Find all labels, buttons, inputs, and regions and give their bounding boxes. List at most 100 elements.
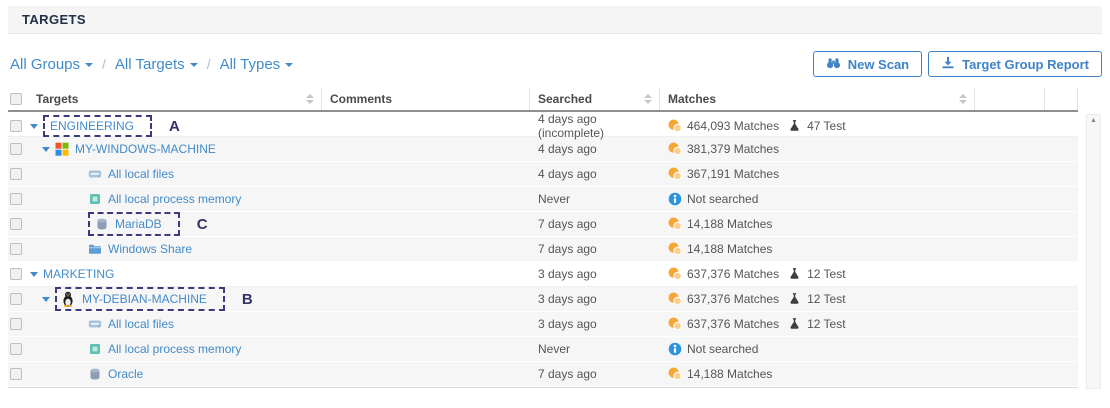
matches-count: 14,188 Matches	[687, 242, 772, 256]
searched-cell: 4 days ago	[530, 167, 660, 181]
info-icon	[668, 342, 682, 356]
row-checkbox-cell	[8, 268, 28, 280]
target-wrap: All local files	[88, 166, 174, 182]
target-cell: MY-DEBIAN-MACHINE B	[28, 290, 322, 308]
row-checkbox-cell	[8, 143, 28, 155]
target-name-link[interactable]: Oracle	[108, 367, 143, 381]
folder-icon	[88, 241, 103, 257]
row-checkbox[interactable]	[10, 193, 22, 205]
target-name-link[interactable]: MariaDB	[115, 217, 162, 231]
matches-group: 381,379 Matches	[668, 142, 779, 156]
expand-caret-icon[interactable]	[30, 124, 38, 129]
matches-count: 381,379 Matches	[687, 142, 779, 156]
vertical-scrollbar[interactable]: ▲	[1086, 114, 1101, 389]
target-name-link[interactable]: All local process memory	[108, 192, 241, 206]
target-wrap: Windows Share	[88, 241, 192, 257]
binoculars-icon	[826, 56, 841, 72]
column-header-comments[interactable]: Comments	[322, 88, 530, 110]
row-checkbox-cell	[8, 368, 28, 380]
test-flask-icon	[788, 317, 802, 331]
row-checkbox-cell	[8, 318, 28, 330]
target-cell: MY-WINDOWS-MACHINE	[28, 141, 322, 157]
chevron-down-icon	[285, 63, 293, 67]
searched-cell: 7 days ago	[530, 242, 660, 256]
test-group: 12 Test	[788, 317, 845, 331]
target-name-link[interactable]: All local files	[108, 167, 174, 181]
row-checkbox-cell	[8, 293, 28, 305]
target-name-link[interactable]: Windows Share	[108, 242, 192, 256]
searched-cell: 3 days ago	[530, 317, 660, 331]
expand-caret-icon[interactable]	[42, 297, 50, 302]
row-checkbox[interactable]	[10, 168, 22, 180]
expand-caret-icon[interactable]	[42, 147, 50, 152]
test-flask-icon	[788, 119, 802, 133]
matches-cell: 381,379 Matches	[660, 142, 975, 156]
target-name-link[interactable]: MY-DEBIAN-MACHINE	[82, 292, 207, 306]
row-checkbox-cell	[8, 243, 28, 255]
matches-count: 14,188 Matches	[687, 217, 772, 231]
memory-chip-icon	[88, 191, 103, 207]
matches-cell: 14,188 Matches	[660, 217, 975, 231]
matches-group: 367,191 Matches	[668, 167, 779, 181]
matches-cell: Not searched	[660, 192, 975, 206]
target-name-link[interactable]: All local files	[108, 317, 174, 331]
not-searched-group: Not searched	[668, 342, 758, 356]
match-pie-icon	[668, 267, 682, 281]
breadcrumb: All Groups / All Targets / All Types	[10, 56, 293, 73]
target-cell: All local process memory	[28, 341, 322, 357]
match-pie-icon	[668, 217, 682, 231]
row-checkbox[interactable]	[10, 368, 22, 380]
column-header-targets[interactable]: Targets	[28, 88, 322, 110]
column-header-matches[interactable]: Matches	[660, 88, 975, 110]
matches-count: 637,376 Matches	[687, 292, 779, 306]
column-header-searched[interactable]: Searched	[530, 88, 660, 110]
searched-cell: Never	[530, 342, 660, 356]
page-header-bar: TARGETS	[8, 6, 1102, 34]
row-checkbox[interactable]	[10, 343, 22, 355]
target-name-link[interactable]: All local process memory	[108, 342, 241, 356]
target-name-link[interactable]: MY-WINDOWS-MACHINE	[75, 142, 216, 156]
match-pie-icon	[668, 242, 682, 256]
test-count: 12 Test	[807, 317, 845, 331]
row-checkbox[interactable]	[10, 120, 22, 132]
row-checkbox[interactable]	[10, 268, 22, 280]
targets-table: Targets Comments Searched Matches ENGINE…	[8, 88, 1102, 388]
target-group-report-button[interactable]: Target Group Report	[928, 51, 1102, 77]
row-checkbox[interactable]	[10, 293, 22, 305]
row-checkbox[interactable]	[10, 218, 22, 230]
target-name-link[interactable]: MARKETING	[43, 267, 114, 281]
row-checkbox[interactable]	[10, 243, 22, 255]
table-row: All local files 3 days ago 637,376 Match…	[8, 312, 1078, 337]
row-checkbox[interactable]	[10, 318, 22, 330]
hard-drive-icon	[88, 316, 103, 332]
filter-all-targets[interactable]: All Targets	[115, 56, 198, 73]
select-all-checkbox[interactable]	[10, 93, 22, 105]
table-row: MariaDB C 7 days ago 14,188 Matches	[8, 212, 1078, 237]
matches-count: 637,376 Matches	[687, 317, 779, 331]
chevron-down-icon	[85, 63, 93, 67]
row-checkbox-cell	[8, 343, 28, 355]
searched-cell: 7 days ago	[530, 367, 660, 381]
row-checkbox[interactable]	[10, 143, 22, 155]
filter-all-groups[interactable]: All Groups	[10, 56, 93, 73]
scroll-up-arrow[interactable]: ▲	[1087, 115, 1100, 127]
target-cell: Windows Share	[28, 241, 322, 257]
test-group: 47 Test	[788, 119, 845, 133]
target-wrap: All local process memory	[88, 341, 241, 357]
info-icon	[668, 192, 682, 206]
chevron-down-icon	[190, 63, 198, 67]
target-cell: All local files	[28, 316, 322, 332]
filter-all-types[interactable]: All Types	[220, 56, 294, 73]
new-scan-button[interactable]: New Scan	[813, 51, 922, 77]
windows-logo-icon	[55, 141, 70, 157]
test-flask-icon	[788, 292, 802, 306]
searched-cell: 3 days ago	[530, 292, 660, 306]
searched-cell: 4 days ago (incomplete)	[530, 112, 660, 140]
expand-caret-icon[interactable]	[30, 272, 38, 277]
row-checkbox-cell	[8, 218, 28, 230]
searched-cell: Never	[530, 192, 660, 206]
match-pie-icon	[668, 292, 682, 306]
breadcrumb-separator: /	[207, 56, 211, 72]
table-row: MARKETING 3 days ago 637,376 Matches 12 …	[8, 262, 1078, 287]
target-name-link[interactable]: ENGINEERING	[50, 119, 134, 133]
